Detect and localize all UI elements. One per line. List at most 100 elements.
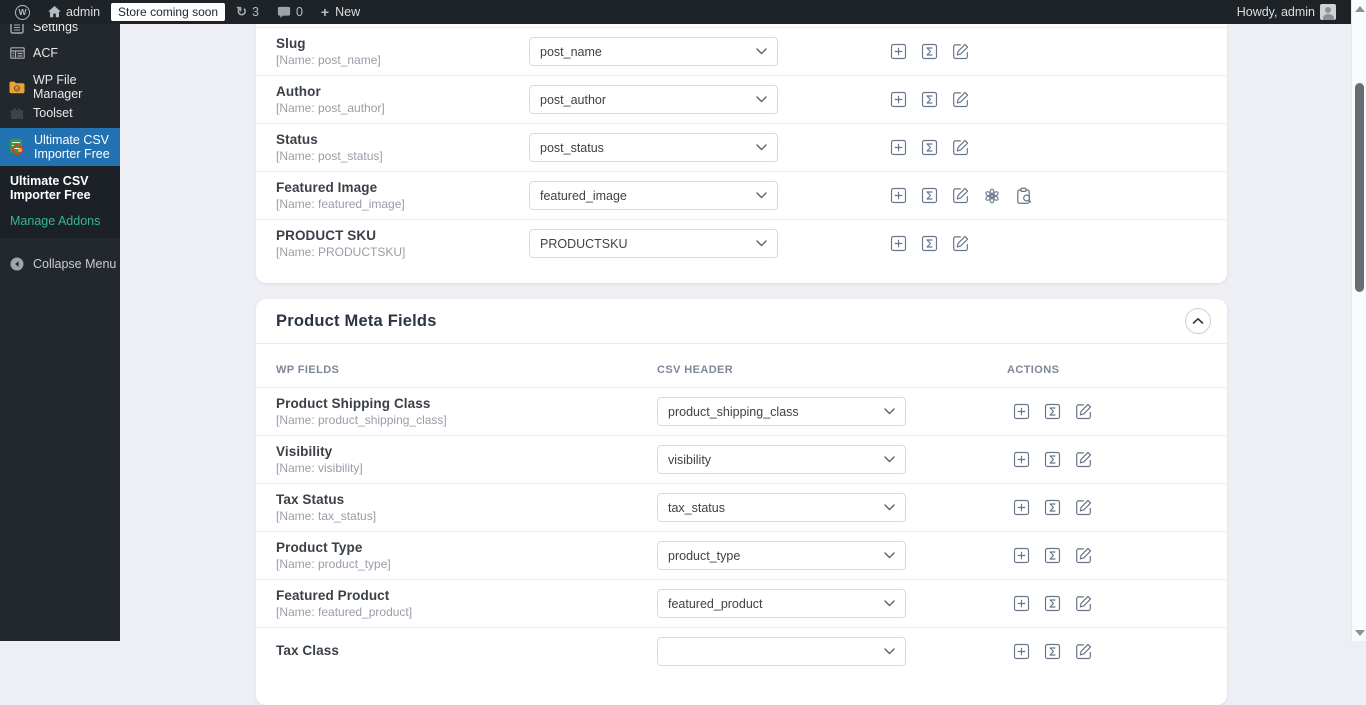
edit-icon[interactable] [1075,595,1092,612]
csv-header-select[interactable]: post_name [529,37,778,66]
scrollbar-thumb[interactable] [1355,83,1364,292]
sigma-icon[interactable] [1044,499,1061,516]
field-mapping-row: Product Shipping Class [Name: product_sh… [256,387,1227,435]
comments-count: 0 [295,5,303,19]
csv-header-select[interactable]: PRODUCTSKU [529,229,778,258]
edit-icon[interactable] [1075,499,1092,516]
csv-header-select[interactable]: visibility [657,445,906,474]
csv-header-select[interactable] [657,637,906,666]
openai-icon[interactable] [983,187,1001,205]
admin-bar: W admin Store coming soon ↻ 3 0 + New Ho… [0,0,1351,24]
scroll-down-arrow[interactable] [1355,630,1365,636]
site-home-link[interactable]: admin [41,0,107,24]
field-name: [Name: post_name] [276,53,381,67]
edit-icon[interactable] [952,235,969,252]
sigma-icon[interactable] [921,187,938,204]
sidebar-item-label: Toolset [33,106,73,120]
sidebar-item-ultimate-csv-importer[interactable]: Ultimate CSV Importer Free [0,128,128,166]
site-name: admin [66,5,101,19]
field-mapping-row: Featured Image [Name: featured_image] fe… [256,171,1227,219]
toolset-icon [9,107,25,120]
new-label: New [335,5,361,19]
media-search-icon[interactable] [1015,187,1033,205]
chevron-down-icon [756,96,767,103]
add-icon[interactable] [1013,451,1030,468]
add-icon[interactable] [890,235,907,252]
csv-header-select[interactable]: featured_image [529,181,778,210]
field-name: [Name: featured_image] [276,197,405,211]
sidebar-item-wp-file-manager[interactable]: w WP File Manager [0,73,120,101]
field-label: Visibility [276,444,333,459]
acf-icon [9,47,25,59]
field-name: [Name: post_author] [276,101,385,115]
csv-header-value: post_status [540,140,604,155]
chevron-up-icon [1192,318,1204,324]
column-headers: WP Fields CSV Header Actions [256,344,1227,387]
sigma-icon[interactable] [921,91,938,108]
sigma-icon[interactable] [1044,595,1061,612]
csv-header-value: post_name [540,44,602,59]
collapse-section-button[interactable] [1185,308,1211,334]
edit-icon[interactable] [1075,451,1092,468]
csv-header-select[interactable]: post_author [529,85,778,114]
add-icon[interactable] [890,91,907,108]
admin-sidebar: Settings ACF w WP File Manager Toolset U… [0,20,128,641]
add-icon[interactable] [1013,643,1030,660]
comments-indicator[interactable]: 0 [270,0,310,24]
howdy-text: Howdy, admin [1236,5,1315,19]
add-icon[interactable] [890,43,907,60]
edit-icon[interactable] [952,43,969,60]
column-header-wp-fields: WP Fields [276,364,340,376]
wp-logo-button[interactable]: W [8,0,37,24]
sidebar-item-toolset[interactable]: Toolset [0,100,120,126]
csv-header-select[interactable]: product_shipping_class [657,397,906,426]
updates-indicator[interactable]: ↻ 3 [229,0,266,24]
add-icon[interactable] [1013,403,1030,420]
csv-header-select[interactable]: product_type [657,541,906,570]
field-label: Product Type [276,540,363,555]
avatar [1320,4,1336,20]
sigma-icon[interactable] [921,43,938,60]
edit-icon[interactable] [1075,643,1092,660]
edit-icon[interactable] [1075,403,1092,420]
edit-icon[interactable] [952,91,969,108]
csv-header-select[interactable]: tax_status [657,493,906,522]
new-button[interactable]: + New [314,0,367,24]
sigma-icon[interactable] [1044,451,1061,468]
add-icon[interactable] [890,139,907,156]
edit-icon[interactable] [952,139,969,156]
csv-header-value: product_shipping_class [668,404,799,419]
sigma-icon[interactable] [921,235,938,252]
home-icon [48,6,61,18]
account-menu[interactable]: Howdy, admin [1230,0,1343,24]
sigma-icon[interactable] [1044,643,1061,660]
edit-icon[interactable] [952,187,969,204]
csv-importer-submenu: Ultimate CSV Importer Free Manage Addons [0,166,120,238]
sidebar-item-acf[interactable]: ACF [0,40,120,66]
sigma-icon[interactable] [1044,547,1061,564]
csv-header-value: PRODUCTSKU [540,236,628,251]
add-icon[interactable] [1013,547,1030,564]
sigma-icon[interactable] [921,139,938,156]
collapse-menu-button[interactable]: Collapse Menu [0,251,120,277]
csv-header-select[interactable]: featured_product [657,589,906,618]
sidebar-item-label: Ultimate CSV Importer Free [34,133,110,161]
add-icon[interactable] [1013,499,1030,516]
main-content: Slug [Name: post_name] post_name Author … [120,24,1351,705]
submenu-item-manage-addons[interactable]: Manage Addons [10,214,120,228]
field-label: Status [276,132,318,147]
field-name: [Name: product_shipping_class] [276,413,447,427]
coming-soon-badge[interactable]: Store coming soon [111,3,226,21]
add-icon[interactable] [890,187,907,204]
field-name: [Name: product_type] [276,557,391,571]
sigma-icon[interactable] [1044,403,1061,420]
chevron-down-icon [884,408,895,415]
scroll-up-arrow[interactable] [1355,6,1365,12]
add-icon[interactable] [1013,595,1030,612]
edit-icon[interactable] [1075,547,1092,564]
csv-header-select[interactable]: post_status [529,133,778,162]
field-name: [Name: tax_status] [276,509,377,523]
submenu-item-csv-importer[interactable]: Ultimate CSV Importer Free [10,174,120,202]
collapse-menu-label: Collapse Menu [33,257,117,271]
field-name: [Name: PRODUCTSKU] [276,245,406,259]
